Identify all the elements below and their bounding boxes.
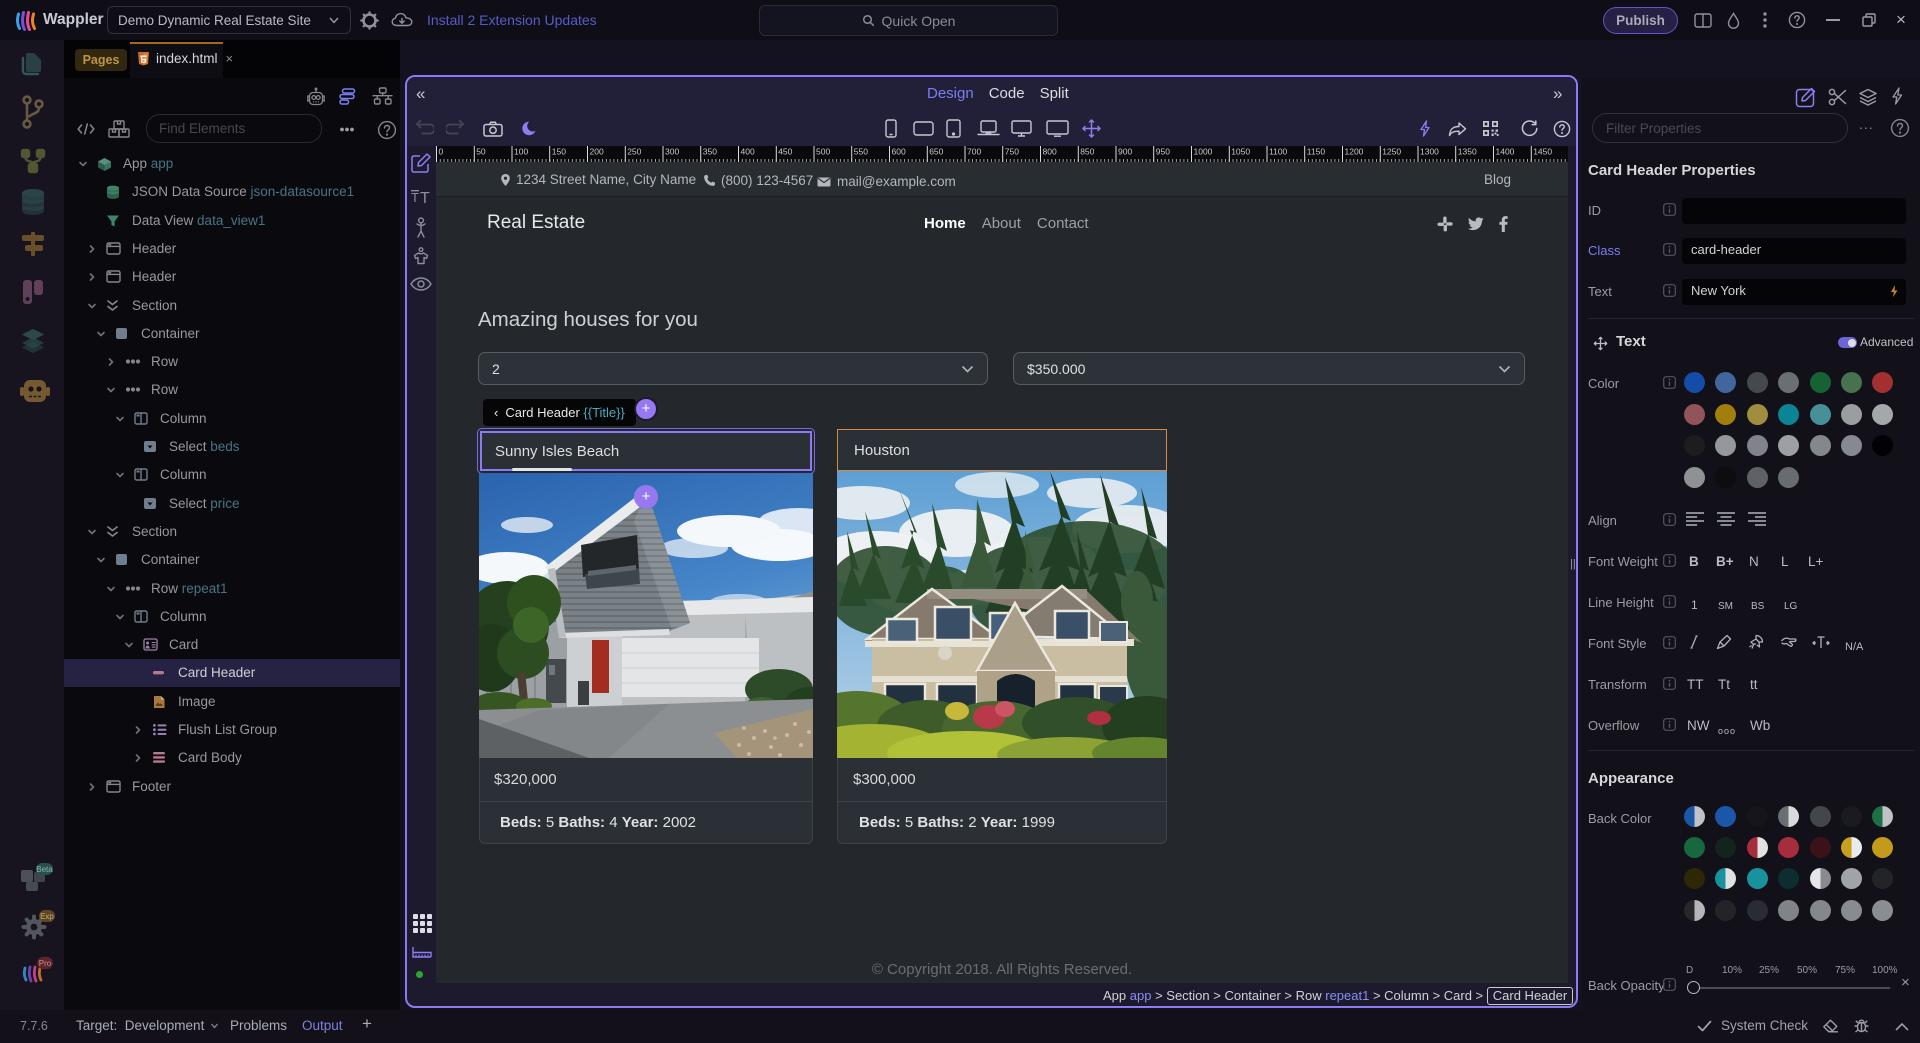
svg-text:750: 750 (1005, 147, 1019, 157)
svg-text:600: 600 (892, 147, 906, 157)
svg-text:1400: 1400 (1496, 147, 1515, 157)
svg-text:300: 300 (665, 147, 679, 157)
svg-text:200: 200 (590, 147, 604, 157)
svg-text:1450: 1450 (1533, 147, 1552, 157)
svg-text:50: 50 (476, 147, 486, 157)
svg-text:500: 500 (816, 147, 830, 157)
svg-text:1200: 1200 (1345, 147, 1364, 157)
svg-text:800: 800 (1043, 147, 1057, 157)
svg-text:Exp: Exp (40, 912, 54, 921)
svg-text:700: 700 (967, 147, 981, 157)
svg-text:1150: 1150 (1307, 147, 1326, 157)
svg-text:1300: 1300 (1420, 147, 1439, 157)
svg-text:T: T (420, 190, 430, 204)
svg-text:450: 450 (778, 147, 792, 157)
svg-text:400: 400 (741, 147, 755, 157)
svg-text:0: 0 (439, 147, 444, 157)
svg-text:1100: 1100 (1269, 147, 1288, 157)
svg-text:100: 100 (514, 147, 528, 157)
svg-text:950: 950 (1156, 147, 1170, 157)
svg-text:1250: 1250 (1382, 147, 1401, 157)
svg-text:550: 550 (854, 147, 868, 157)
svg-text:Beta: Beta (36, 865, 53, 874)
svg-text:150: 150 (552, 147, 566, 157)
svg-text:850: 850 (1080, 147, 1094, 157)
svg-text:1050: 1050 (1231, 147, 1250, 157)
svg-text:T: T (411, 190, 419, 204)
svg-text:900: 900 (1118, 147, 1132, 157)
svg-text:350: 350 (703, 147, 717, 157)
svg-text:650: 650 (929, 147, 943, 157)
svg-text:250: 250 (627, 147, 641, 157)
svg-text:1000: 1000 (1194, 147, 1213, 157)
svg-text:1350: 1350 (1458, 147, 1477, 157)
svg-text:Pro: Pro (39, 959, 52, 968)
